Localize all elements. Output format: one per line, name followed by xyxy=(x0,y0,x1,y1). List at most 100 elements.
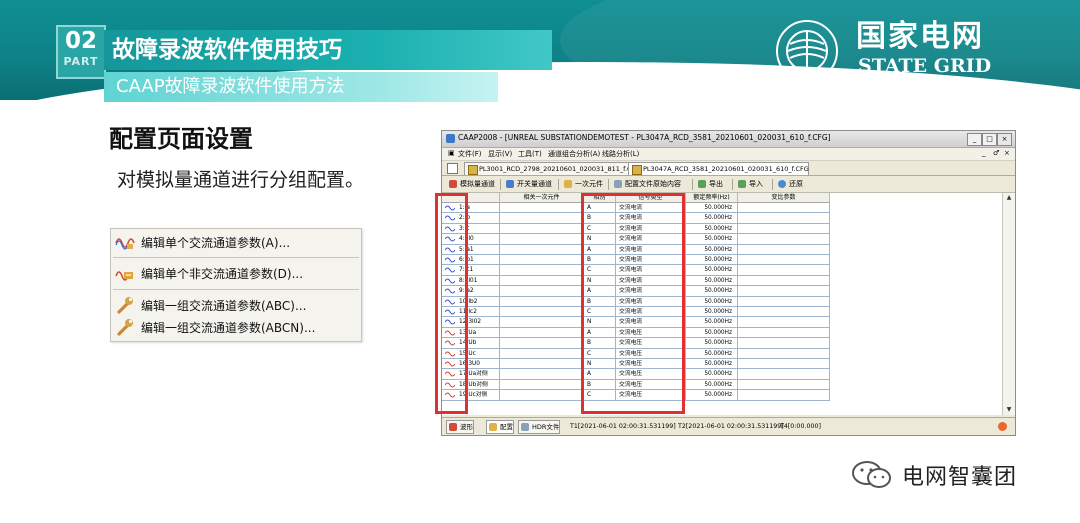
ratio-cell[interactable] xyxy=(738,359,830,370)
ratio-cell[interactable] xyxy=(738,379,830,391)
menu-tools[interactable]: 工具(T) xyxy=(518,149,542,159)
related-element-cell[interactable] xyxy=(500,390,584,401)
frequency-cell[interactable]: 50.000Hz xyxy=(686,255,738,266)
table-row[interactable]: 18:Ub对侧 B 交流电压 50.000Hz xyxy=(442,379,1002,391)
ratio-cell[interactable] xyxy=(738,275,830,287)
related-element-cell[interactable] xyxy=(500,379,584,391)
ratio-cell[interactable] xyxy=(738,286,830,297)
related-element-cell[interactable] xyxy=(500,255,584,266)
menu-item-edit-single-nonac[interactable]: 编辑单个非交流通道参数(D)... xyxy=(111,262,361,284)
related-element-cell[interactable] xyxy=(500,327,584,339)
close-button[interactable]: × xyxy=(997,133,1012,146)
ratio-cell[interactable] xyxy=(738,203,830,214)
ratio-cell[interactable] xyxy=(738,265,830,276)
frequency-cell[interactable]: 50.000Hz xyxy=(686,223,738,235)
frequency-cell[interactable]: 50.000Hz xyxy=(686,348,738,359)
menu-view[interactable]: 显示(V) xyxy=(488,149,512,159)
frequency-cell[interactable]: 50.000Hz xyxy=(686,327,738,339)
menu-line-analysis[interactable]: 线路分析(L) xyxy=(602,149,639,159)
ratio-cell[interactable] xyxy=(738,223,830,235)
frequency-cell[interactable]: 50.000Hz xyxy=(686,265,738,276)
table-row[interactable]: 1:Ia A 交流电流 50.000Hz xyxy=(442,203,1002,214)
ratio-cell[interactable] xyxy=(738,338,830,349)
menu-item-edit-group-abcn[interactable]: 编辑一组交流通道参数(ABCN)... xyxy=(111,316,361,338)
mdi-restore-button[interactable]: ♂ xyxy=(993,149,999,157)
frequency-cell[interactable]: 50.000Hz xyxy=(686,317,738,328)
tab-file-1[interactable]: PL3001_RCD_2798_20210601_020031_811_f.CF… xyxy=(464,162,640,175)
primary-element-button[interactable]: 一次元件 xyxy=(563,178,603,190)
ratio-cell[interactable] xyxy=(738,317,830,328)
table-row[interactable]: 6:Ib1 B 交流电流 50.000Hz xyxy=(442,255,1002,266)
frequency-cell[interactable]: 50.000Hz xyxy=(686,390,738,401)
ratio-cell[interactable] xyxy=(738,255,830,266)
table-row[interactable]: 7:Ic1 C 交流电流 50.000Hz xyxy=(442,265,1002,276)
menu-file[interactable]: 文件(F) xyxy=(458,149,482,159)
ratio-cell[interactable] xyxy=(738,327,830,339)
column-header[interactable]: 额定频率(Hz) xyxy=(686,193,738,203)
ratio-cell[interactable] xyxy=(738,390,830,401)
table-row[interactable]: 11:Ic2 C 交流电流 50.000Hz xyxy=(442,307,1002,318)
table-row[interactable]: 9:Ia2 A 交流电流 50.000Hz xyxy=(442,286,1002,297)
column-header[interactable]: 相关一次元件 xyxy=(500,193,584,203)
ratio-cell[interactable] xyxy=(738,369,830,380)
table-row[interactable]: 14:Ub B 交流电压 50.000Hz xyxy=(442,338,1002,349)
related-element-cell[interactable] xyxy=(500,296,584,307)
table-row[interactable]: 17:Ua对侧 A 交流电压 50.000Hz xyxy=(442,369,1002,380)
related-element-cell[interactable] xyxy=(500,234,584,245)
analog-channel-button[interactable]: 模拟量通道 xyxy=(448,178,495,190)
vertical-scrollbar[interactable]: ▲ ▼ xyxy=(1002,193,1015,415)
frequency-cell[interactable]: 50.000Hz xyxy=(686,296,738,307)
related-element-cell[interactable] xyxy=(500,338,584,349)
table-row[interactable]: 15:Uc C 交流电压 50.000Hz xyxy=(442,348,1002,359)
frequency-cell[interactable]: 50.000Hz xyxy=(686,379,738,391)
scroll-up-icon[interactable]: ▲ xyxy=(1004,193,1014,203)
frequency-cell[interactable]: 50.000Hz xyxy=(686,244,738,255)
frequency-cell[interactable]: 50.000Hz xyxy=(686,234,738,245)
restore-button[interactable]: 还原 xyxy=(777,178,803,190)
menu-item-edit-single-ac[interactable]: 编辑单个交流通道参数(A)... xyxy=(111,231,361,253)
table-row[interactable]: 19:Uc对侧 C 交流电压 50.000Hz xyxy=(442,390,1002,401)
frequency-cell[interactable]: 50.000Hz xyxy=(686,369,738,380)
mdi-minimize-button[interactable]: _ xyxy=(982,149,986,157)
ratio-cell[interactable] xyxy=(738,296,830,307)
tab-list-icon[interactable] xyxy=(447,163,458,174)
export-button[interactable]: 导出 xyxy=(697,178,723,190)
frequency-cell[interactable]: 50.000Hz xyxy=(686,213,738,224)
table-row[interactable]: 16:3U0 N 交流电压 50.000Hz xyxy=(442,359,1002,370)
frequency-cell[interactable]: 50.000Hz xyxy=(686,203,738,214)
frequency-cell[interactable]: 50.000Hz xyxy=(686,338,738,349)
table-row[interactable]: 5:Ia1 A 交流电流 50.000Hz xyxy=(442,244,1002,255)
table-row[interactable]: 8:3I01 N 交流电流 50.000Hz xyxy=(442,275,1002,287)
import-button[interactable]: 导入 xyxy=(737,178,763,190)
frequency-cell[interactable]: 50.000Hz xyxy=(686,286,738,297)
menu-channel-analysis[interactable]: 通道组合分析(A) xyxy=(548,149,600,159)
table-row[interactable]: 13:Ua A 交流电压 50.000Hz xyxy=(442,327,1002,339)
ratio-cell[interactable] xyxy=(738,307,830,318)
menu-item-edit-group-abc[interactable]: 编辑一组交流通道参数(ABC)... xyxy=(111,294,361,316)
related-element-cell[interactable] xyxy=(500,244,584,255)
frequency-cell[interactable]: 50.000Hz xyxy=(686,359,738,370)
minimize-button[interactable]: _ xyxy=(967,133,982,146)
config-raw-button[interactable]: 配置文件原始内容 xyxy=(613,178,681,190)
related-element-cell[interactable] xyxy=(500,359,584,370)
related-element-cell[interactable] xyxy=(500,265,584,276)
scroll-down-icon[interactable]: ▼ xyxy=(1004,405,1014,415)
tab-config[interactable]: 配置 xyxy=(486,420,514,434)
related-element-cell[interactable] xyxy=(500,307,584,318)
tab-file-2[interactable]: PL3047A_RCD_3581_20210601_020031_610_f.C… xyxy=(628,162,809,175)
switch-channel-button[interactable]: 开关量通道 xyxy=(505,178,552,190)
related-element-cell[interactable] xyxy=(500,348,584,359)
column-header[interactable]: 变比参数 xyxy=(738,193,830,203)
related-element-cell[interactable] xyxy=(500,369,584,380)
table-row[interactable]: 10:Ib2 B 交流电流 50.000Hz xyxy=(442,296,1002,307)
ratio-cell[interactable] xyxy=(738,348,830,359)
ratio-cell[interactable] xyxy=(738,234,830,245)
ratio-cell[interactable] xyxy=(738,213,830,224)
related-element-cell[interactable] xyxy=(500,275,584,287)
related-element-cell[interactable] xyxy=(500,203,584,214)
table-row[interactable]: 12:3I02 N 交流电流 50.000Hz xyxy=(442,317,1002,328)
related-element-cell[interactable] xyxy=(500,223,584,235)
table-row[interactable]: 4:3I0 N 交流电流 50.000Hz xyxy=(442,234,1002,245)
tab-waveform[interactable]: 波形 xyxy=(446,420,474,434)
table-row[interactable]: 3:Ic C 交流电流 50.000Hz xyxy=(442,223,1002,235)
